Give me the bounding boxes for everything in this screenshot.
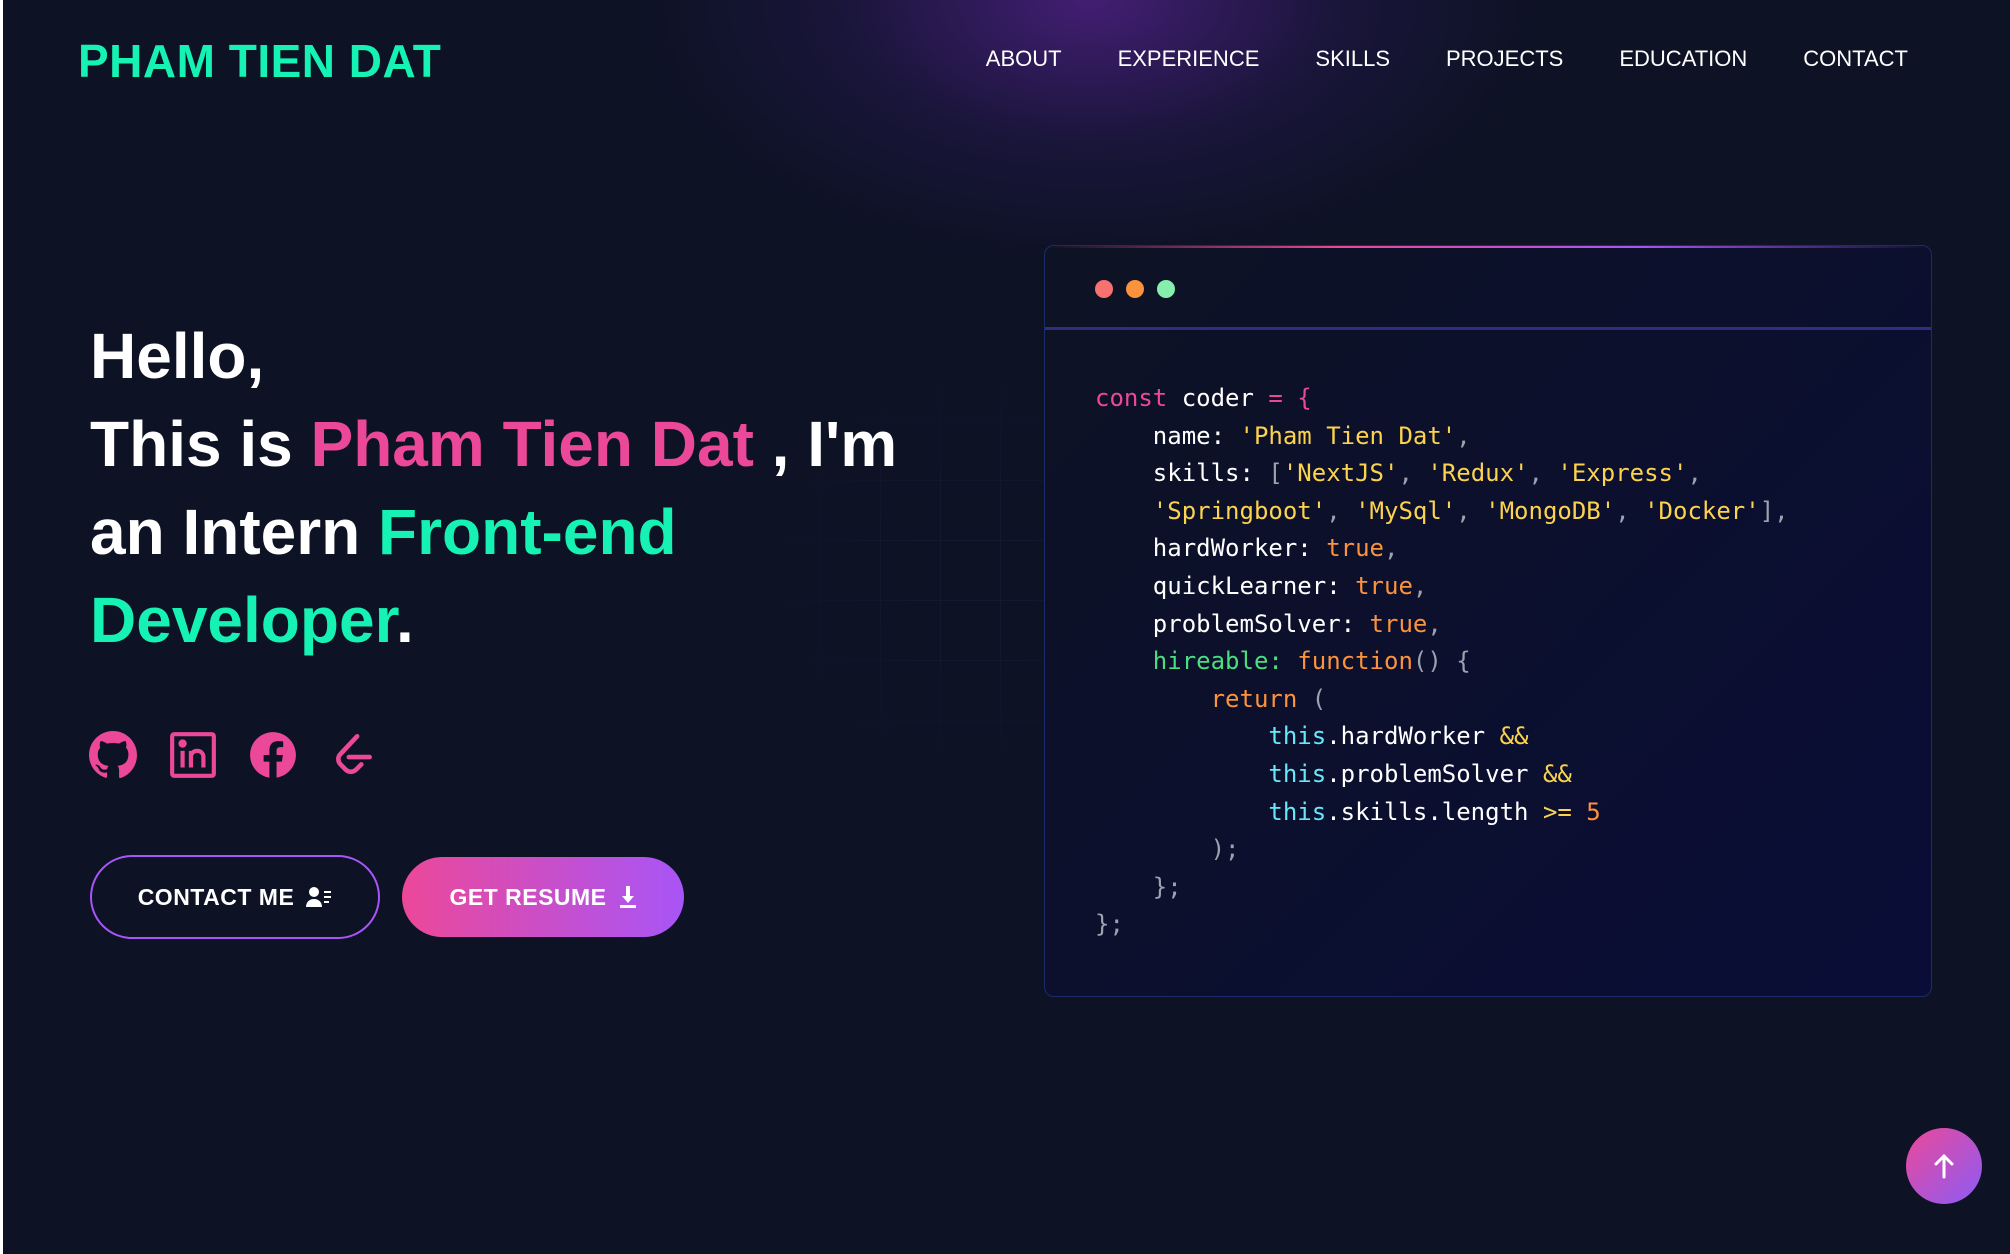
code-line-return: return (: [1210, 684, 1327, 713]
code-line-quicklearner: quickLearner: true,: [1152, 571, 1428, 600]
contact-me-label: CONTACT ME: [137, 883, 295, 910]
hero-role-developer: Developer: [90, 584, 396, 656]
nav-experience[interactable]: EXPERIENCE: [1118, 46, 1260, 72]
window-dot-orange: [1126, 280, 1144, 298]
code-line-hardworker: hardWorker: true,: [1152, 534, 1399, 563]
code-line-skills: skills: ['NextJS', 'Redux', 'Express',: [1152, 459, 1702, 488]
code-line-close-return: );: [1210, 835, 1240, 864]
code-line-hireable: hireable: function() {: [1152, 647, 1471, 676]
code-line-close-obj: };: [1095, 910, 1124, 939]
code-window-titlebar: [1045, 246, 1931, 330]
linkedin-icon[interactable]: [168, 730, 218, 780]
download-icon: [619, 886, 636, 908]
page-left-edge: [0, 0, 3, 1254]
hero-name: Pham Tien Dat: [310, 408, 754, 480]
hero-this-is: This is: [90, 408, 311, 480]
hero-heading: Hello, This is Pham Tien Dat , I'm an In…: [90, 312, 970, 664]
nav-contact[interactable]: CONTACT: [1803, 46, 1908, 72]
code-line-cond-2: this.problemSolver &&: [1268, 759, 1572, 788]
hero-im: , I'm: [753, 408, 898, 480]
hero-an-intern: an Intern: [90, 496, 379, 568]
nav-about[interactable]: ABOUT: [986, 46, 1062, 72]
leetcode-icon[interactable]: [328, 730, 378, 780]
get-resume-button[interactable]: GET RESUME: [402, 857, 684, 937]
nav-education[interactable]: EDUCATION: [1619, 46, 1747, 72]
nav-skills[interactable]: SKILLS: [1315, 46, 1390, 72]
site-logo[interactable]: PHAM TIEN DAT: [78, 34, 441, 88]
code-line-close-fn: };: [1152, 872, 1182, 901]
background-glow: [640, 0, 1540, 260]
code-snippet: const coder = { name: 'Pham Tien Dat', s…: [1095, 380, 1789, 944]
github-icon[interactable]: [88, 730, 138, 780]
code-line-skills-2: 'Springboot', 'MySql', 'MongoDB', 'Docke…: [1152, 496, 1789, 525]
code-line-cond-1: this.hardWorker &&: [1268, 722, 1529, 751]
code-line-1: const coder = {: [1095, 384, 1312, 412]
code-window: const coder = { name: 'Pham Tien Dat', s…: [1044, 245, 1932, 997]
code-line-problemsolver: problemSolver: true,: [1152, 609, 1442, 638]
code-line-cond-3: this.skills.length >= 5: [1268, 797, 1601, 826]
social-links: [88, 730, 378, 780]
hero-greeting: Hello,: [90, 320, 265, 392]
hero-role-frontend: Front-end: [378, 496, 677, 568]
window-dot-red: [1095, 280, 1113, 298]
top-nav: ABOUT EXPERIENCE SKILLS PROJECTS EDUCATI…: [986, 46, 1908, 72]
scroll-to-top-button[interactable]: [1906, 1128, 1982, 1204]
code-line-name: name: 'Pham Tien Dat',: [1152, 421, 1471, 450]
user-contact-icon: [306, 887, 332, 907]
window-dot-green: [1157, 280, 1175, 298]
arrow-up-icon: [1934, 1154, 1954, 1179]
facebook-icon[interactable]: [248, 730, 298, 780]
get-resume-label: GET RESUME: [449, 883, 607, 910]
nav-projects[interactable]: PROJECTS: [1446, 46, 1563, 72]
contact-me-button[interactable]: CONTACT ME: [90, 855, 380, 939]
hero-period: .: [395, 584, 414, 656]
